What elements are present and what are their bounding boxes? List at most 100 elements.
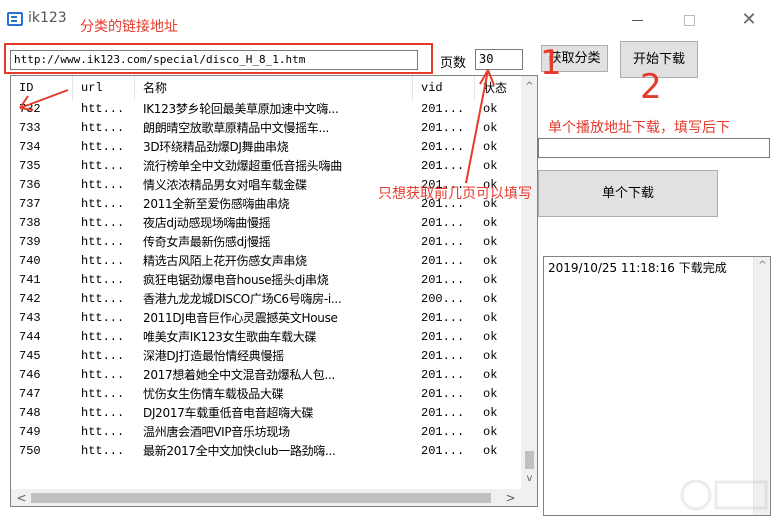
cell-url: htt... bbox=[81, 140, 125, 154]
list-header: ID url 名称 vid 状态 bbox=[11, 76, 521, 100]
cell-name: 最新2017全中文加快club一路劲嗨... bbox=[143, 444, 336, 458]
cell-name: 香港九龙龙城DISCO广场C6号嗨房-i... bbox=[143, 292, 342, 306]
cell-id: 743 bbox=[19, 311, 41, 325]
cell-id: 741 bbox=[19, 273, 41, 287]
cell-url: htt... bbox=[81, 349, 125, 363]
cell-id: 736 bbox=[19, 178, 41, 192]
list-body: 732 htt... IK123梦乡轮回最美草原加速中文嗨... 201... ok 73… bbox=[11, 100, 521, 461]
cell-vid: 201... bbox=[421, 330, 465, 344]
scroll-corner bbox=[521, 489, 537, 506]
cell-id: 744 bbox=[19, 330, 41, 344]
cell-status: ok bbox=[483, 292, 498, 306]
table-row[interactable]: 744 htt... 唯美女声IK123女生歌曲车载大碟 201... ok bbox=[11, 328, 521, 347]
cell-vid: 201... bbox=[421, 444, 465, 458]
cell-status: ok bbox=[483, 368, 498, 382]
cell-vid: 201... bbox=[421, 425, 465, 439]
column-header-vid[interactable]: vid bbox=[413, 76, 475, 100]
cell-status: ok bbox=[483, 235, 498, 249]
single-download-button[interactable]: 单个下载 bbox=[538, 170, 718, 217]
list-horizontal-scrollbar[interactable]: < > bbox=[11, 489, 521, 506]
cell-url: htt... bbox=[81, 330, 125, 344]
list-vertical-scrollbar[interactable]: ^ v bbox=[521, 76, 537, 489]
cell-id: 746 bbox=[19, 368, 41, 382]
cell-id: 740 bbox=[19, 254, 41, 268]
horizontal-scroll-thumb[interactable] bbox=[31, 493, 491, 503]
cell-vid: 201... bbox=[421, 273, 465, 287]
cell-vid: 201... bbox=[421, 235, 465, 249]
cell-url: htt... bbox=[81, 273, 125, 287]
table-row[interactable]: 745 htt... 深港DJ打造最怡情经典慢摇 201... ok bbox=[11, 347, 521, 366]
table-row[interactable]: 743 htt... 2011DJ电音巨作心灵震撼英文House 201... ok bbox=[11, 309, 521, 328]
cell-vid: 201... bbox=[421, 368, 465, 382]
cell-name: 2011全新至爱伤感嗨曲串烧 bbox=[143, 197, 290, 211]
table-row[interactable]: 734 htt... 3D环绕精品劲爆DJ舞曲串烧 201... ok bbox=[11, 138, 521, 157]
scroll-left-icon[interactable]: < bbox=[13, 489, 30, 506]
maximize-icon bbox=[683, 15, 695, 26]
single-url-input[interactable] bbox=[538, 138, 770, 158]
table-row[interactable]: 747 htt... 忧伤女生伤情车载极品大碟 201... ok bbox=[11, 385, 521, 404]
cell-url: htt... bbox=[81, 425, 125, 439]
pages-input[interactable]: 30 bbox=[475, 49, 523, 70]
cell-status: ok bbox=[483, 330, 498, 344]
cell-name: 3D环绕精品劲爆DJ舞曲串烧 bbox=[143, 140, 289, 154]
pages-annotation: 只想获取前几页可以填写 bbox=[378, 186, 532, 202]
cell-status: ok bbox=[483, 425, 498, 439]
cell-id: 735 bbox=[19, 159, 41, 173]
cell-status: ok bbox=[483, 406, 498, 420]
close-button[interactable]: ✕ bbox=[726, 6, 772, 34]
cell-vid: 201... bbox=[421, 140, 465, 154]
cell-vid: 201... bbox=[421, 406, 465, 420]
vertical-scroll-thumb[interactable] bbox=[525, 451, 534, 469]
cell-name: 夜店dj动感现场嗨曲慢摇 bbox=[143, 216, 271, 230]
table-row[interactable]: 739 htt... 传奇女声最新伤感dj慢摇 201... ok bbox=[11, 233, 521, 252]
cell-status: ok bbox=[483, 349, 498, 363]
cell-name: 情义浓浓精品男女对唱车载金碟 bbox=[143, 178, 307, 192]
cell-name: IK123梦乡轮回最美草原加速中文嗨... bbox=[143, 102, 339, 116]
watermark-icon bbox=[680, 479, 768, 511]
table-row[interactable]: 733 htt... 朗朗晴空放歌草原精品中文慢摇车... 201... ok bbox=[11, 119, 521, 138]
cell-url: htt... bbox=[81, 159, 125, 173]
column-header-url[interactable]: url bbox=[73, 76, 135, 100]
cell-name: DJ2017车载重低音电音超嗨大碟 bbox=[143, 406, 314, 420]
cell-url: htt... bbox=[81, 102, 125, 116]
cell-url: htt... bbox=[81, 216, 125, 230]
table-row[interactable]: 741 htt... 疯狂电锯劲爆电音house摇头dj串烧 201... ok bbox=[11, 271, 521, 290]
column-header-status[interactable]: 状态 bbox=[475, 76, 521, 100]
cell-id: 737 bbox=[19, 197, 41, 211]
table-row[interactable]: 750 htt... 最新2017全中文加快club一路劲嗨... 201... ok bbox=[11, 442, 521, 461]
cell-id: 732 bbox=[19, 102, 41, 116]
cell-name: 唯美女声IK123女生歌曲车载大碟 bbox=[143, 330, 317, 344]
maximize-button[interactable] bbox=[666, 6, 712, 34]
scroll-right-icon[interactable]: > bbox=[502, 489, 519, 506]
scroll-up-icon[interactable]: ^ bbox=[754, 259, 771, 273]
cell-id: 733 bbox=[19, 121, 41, 135]
table-row[interactable]: 740 htt... 精选古风陌上花开伤感女声串烧 201... ok bbox=[11, 252, 521, 271]
cell-url: htt... bbox=[81, 387, 125, 401]
cell-status: ok bbox=[483, 387, 498, 401]
minimize-button[interactable] bbox=[614, 6, 660, 34]
cell-status: ok bbox=[483, 216, 498, 230]
table-row[interactable]: 742 htt... 香港九龙龙城DISCO广场C6号嗨房-i... 200... ok bbox=[11, 290, 521, 309]
table-row[interactable]: 746 htt... 2017想着她全中文混音劲爆私人包... 201... ok bbox=[11, 366, 521, 385]
cell-id: 745 bbox=[19, 349, 41, 363]
table-row[interactable]: 749 htt... 温州唐会酒吧VIP音乐坊现场 201... ok bbox=[11, 423, 521, 442]
table-row[interactable]: 748 htt... DJ2017车载重低音电音超嗨大碟 201... ok bbox=[11, 404, 521, 423]
cell-name: 流行榜单全中文劲爆超重低音摇头嗨曲 bbox=[143, 159, 342, 173]
table-row[interactable]: 738 htt... 夜店dj动感现场嗨曲慢摇 201... ok bbox=[11, 214, 521, 233]
cell-url: htt... bbox=[81, 235, 125, 249]
table-row[interactable]: 735 htt... 流行榜单全中文劲爆超重低音摇头嗨曲 201... ok bbox=[11, 157, 521, 176]
fetch-category-button[interactable]: 获取分类 bbox=[541, 45, 608, 72]
column-header-id[interactable]: ID bbox=[11, 76, 73, 100]
scroll-up-icon[interactable]: ^ bbox=[521, 78, 537, 95]
column-header-name[interactable]: 名称 bbox=[135, 76, 413, 100]
scroll-down-icon[interactable]: v bbox=[521, 470, 537, 487]
cell-url: htt... bbox=[81, 121, 125, 135]
result-listview[interactable]: ID url 名称 vid 状态 732 htt... IK123梦乡轮回最美草原加… bbox=[10, 75, 538, 507]
table-row[interactable]: 732 htt... IK123梦乡轮回最美草原加速中文嗨... 201... ok bbox=[11, 100, 521, 119]
cell-id: 742 bbox=[19, 292, 41, 306]
close-icon: ✕ bbox=[741, 9, 757, 30]
cell-url: htt... bbox=[81, 406, 125, 420]
cell-url: htt... bbox=[81, 368, 125, 382]
url-highlight-frame bbox=[4, 43, 433, 74]
start-download-button[interactable]: 开始下载 bbox=[620, 41, 698, 78]
